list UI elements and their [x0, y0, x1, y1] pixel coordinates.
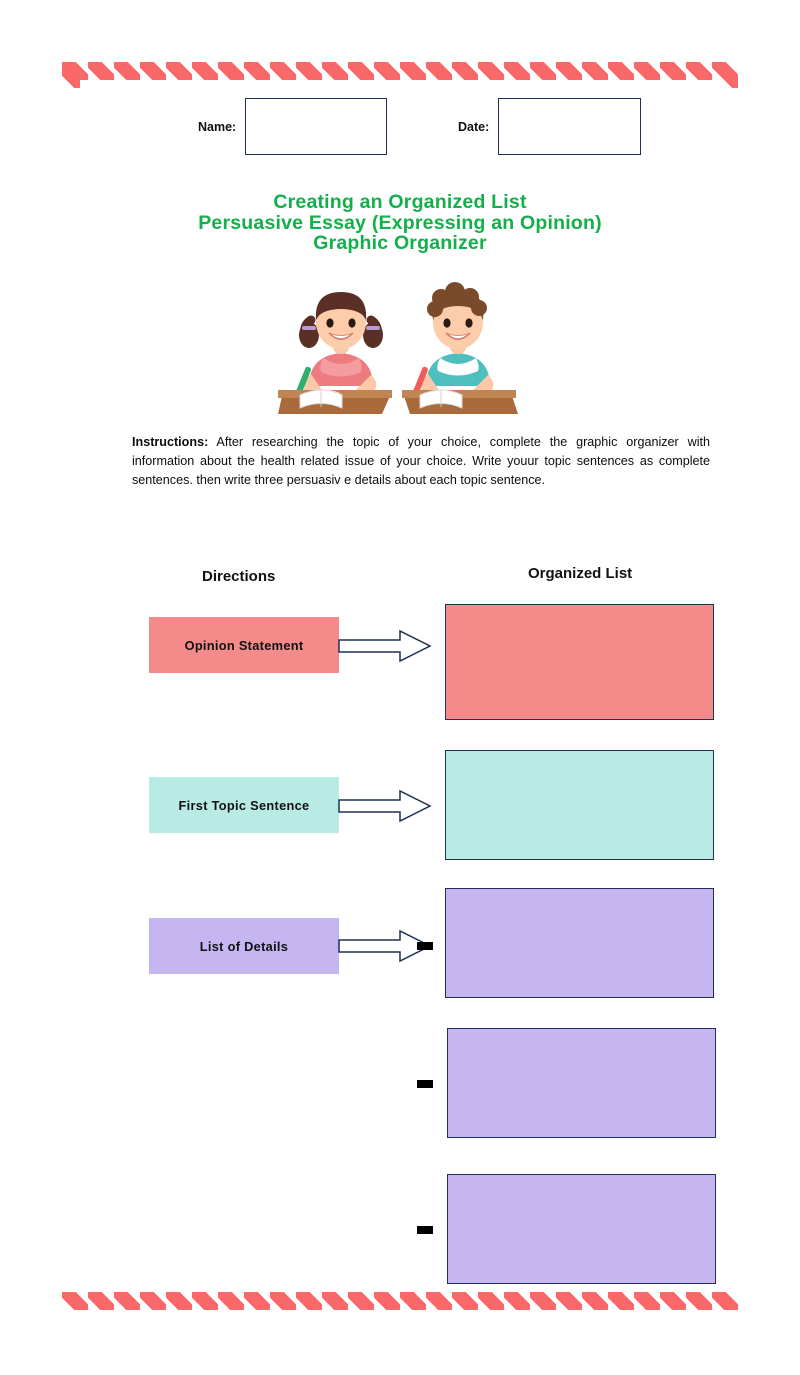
instructions-heading: Instructions: [132, 434, 209, 449]
bullet-dash-icon-2 [417, 1080, 433, 1088]
date-input[interactable] [498, 98, 642, 155]
name-date-row: Name: Date: [80, 90, 720, 155]
instructions-body: After researching the topic of your choi… [132, 434, 710, 488]
worksheet-content: Name: Date: Creating an Organized List P… [80, 80, 720, 1292]
answer-box-detail-1[interactable] [445, 888, 714, 998]
date-field-group: Date: [458, 98, 642, 155]
label-opinion-statement: Opinion Statement [149, 617, 339, 673]
desks [278, 389, 518, 414]
diamond-border-top [62, 62, 738, 80]
bullet-dash-icon-3 [417, 1226, 433, 1234]
directions-column-heading: Directions [202, 568, 276, 585]
title-line-3: Graphic Organizer [313, 232, 487, 254]
label-first-topic-sentence: First Topic Sentence [149, 777, 339, 833]
label-list-of-details: List of Details [149, 918, 339, 974]
arrow-first-topic-sentence-icon [338, 788, 438, 824]
diamond-border-right [720, 62, 738, 1310]
name-label: Name: [198, 119, 237, 134]
answer-box-first-topic-sentence[interactable] [445, 750, 714, 860]
organized-list-column-heading: Organized List [528, 565, 633, 582]
bullet-dash-icon-1 [417, 942, 433, 950]
girl-figure [294, 292, 383, 403]
students-writing-illustration [278, 278, 522, 414]
boy-figure [411, 282, 494, 403]
answer-box-detail-3[interactable] [447, 1174, 716, 1284]
answer-box-detail-2[interactable] [447, 1028, 716, 1138]
diamond-border-left [62, 62, 80, 1310]
name-field-group: Name: [198, 98, 388, 155]
title-line-2: Persuasive Essay (Expressing an Opinion) [198, 211, 602, 234]
arrow-opinion-statement-icon [338, 628, 438, 664]
date-label: Date: [458, 119, 490, 134]
page-title: Creating an Organized List Persuasive Es… [80, 192, 720, 254]
name-input[interactable] [245, 98, 388, 155]
diamond-border-bottom [62, 1292, 738, 1310]
title-line-1: Creating an Organized List [273, 191, 527, 213]
worksheet-sheet: Name: Date: Creating an Organized List P… [62, 62, 738, 1310]
instructions-paragraph: Instructions: After researching the topi… [132, 433, 710, 491]
answer-box-opinion-statement[interactable] [445, 604, 714, 720]
